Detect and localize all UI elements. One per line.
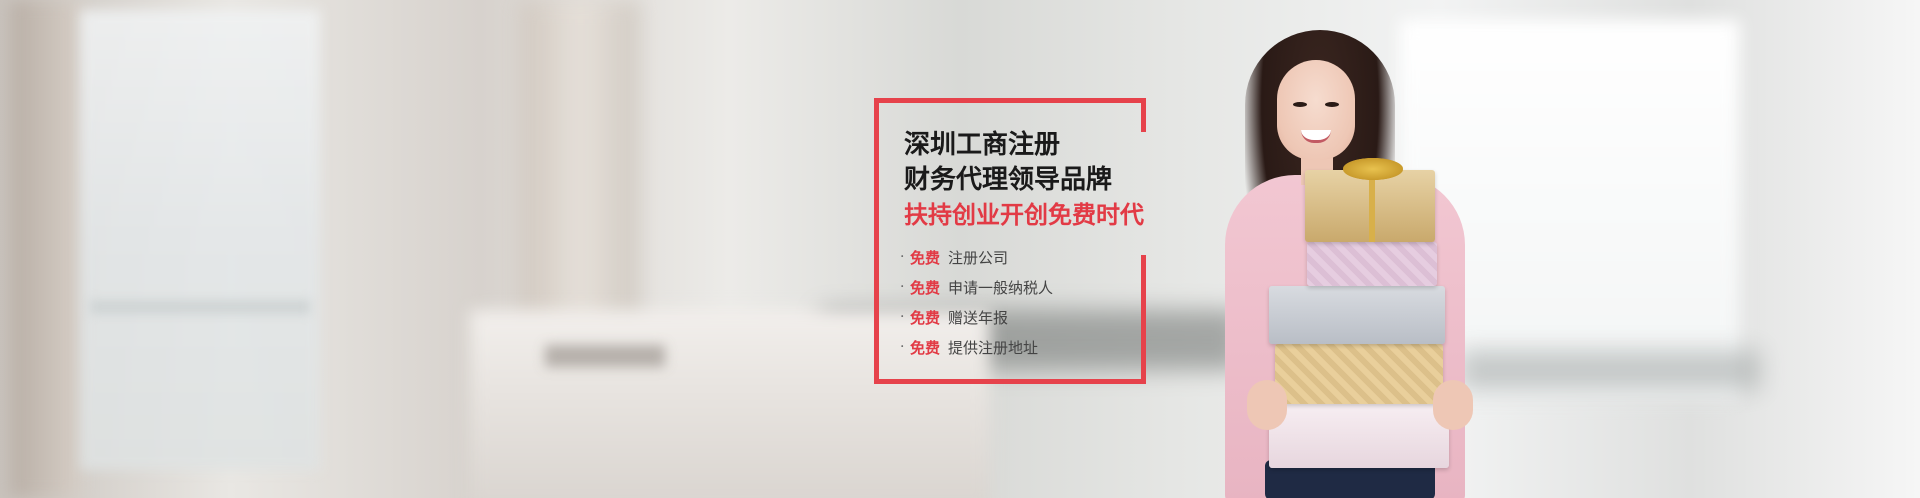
benefit-item-annual-report: · 免费 赠送年报: [900, 302, 1164, 332]
headline-slogan: 扶持创业开创免费时代: [904, 201, 1144, 229]
gift-box: [1275, 344, 1443, 404]
woman-with-gifts-image: [1225, 30, 1485, 498]
eye-shape: [1293, 102, 1307, 107]
benefit-item-registered-address: · 免费 提供注册地址: [900, 332, 1164, 362]
smile-shape: [1301, 130, 1331, 143]
frame-border-left: [874, 98, 879, 384]
benefit-text: 申请一般纳税人: [948, 278, 1054, 297]
free-tag: 免费: [910, 248, 941, 267]
headline-line2: 财务代理领导品牌: [904, 165, 1113, 195]
background-desk: [1460, 350, 1760, 390]
free-tag: 免费: [910, 338, 941, 357]
frame-border-right-top: [1141, 98, 1146, 132]
benefit-text: 赠送年报: [948, 308, 1009, 327]
headline-line1: 深圳工商注册: [904, 130, 1061, 160]
background-window-frame: [90, 300, 310, 314]
gift-box: [1307, 242, 1437, 286]
hero-banner: 深圳工商注册 财务代理领导品牌 扶持创业开创免费时代 · 免费 注册公司 · 免…: [0, 0, 1920, 498]
ribbon: [1369, 170, 1375, 242]
face-shape: [1277, 60, 1355, 160]
promo-frame: 深圳工商注册 财务代理领导品牌 扶持创业开创免费时代 · 免费 注册公司 · 免…: [874, 98, 1146, 384]
gift-box: [1269, 404, 1449, 468]
bullet-dot: ·: [900, 249, 905, 265]
gift-box: [1305, 170, 1435, 242]
frame-border-bottom: [874, 379, 1146, 384]
benefit-item-general-taxpayer: · 免费 申请一般纳税人: [900, 272, 1164, 302]
benefit-text: 注册公司: [948, 248, 1009, 267]
gift-box: [1269, 286, 1445, 344]
bullet-dot: ·: [900, 309, 905, 325]
bullet-dot: ·: [900, 279, 905, 295]
bullet-dot: ·: [900, 339, 905, 355]
free-tag: 免费: [910, 308, 941, 327]
benefit-item-register-company: · 免费 注册公司: [900, 242, 1164, 272]
gift-bow-icon: [1343, 158, 1403, 180]
benefit-list: · 免费 注册公司 · 免费 申请一般纳税人 · 免费 赠送年报 · 免费 提供…: [900, 242, 1164, 362]
free-tag: 免费: [910, 278, 941, 297]
promo-text: 深圳工商注册 财务代理领导品牌 扶持创业开创免费时代 · 免费 注册公司 · 免…: [900, 128, 1164, 362]
background-window: [80, 10, 320, 470]
frame-border-top: [874, 98, 1146, 103]
benefit-text: 提供注册地址: [948, 338, 1039, 357]
background-counter-slot: [545, 345, 665, 367]
hand-shape: [1433, 380, 1473, 430]
background-pillar: [10, 0, 80, 498]
hand-shape: [1247, 380, 1287, 430]
eye-shape: [1325, 102, 1339, 107]
